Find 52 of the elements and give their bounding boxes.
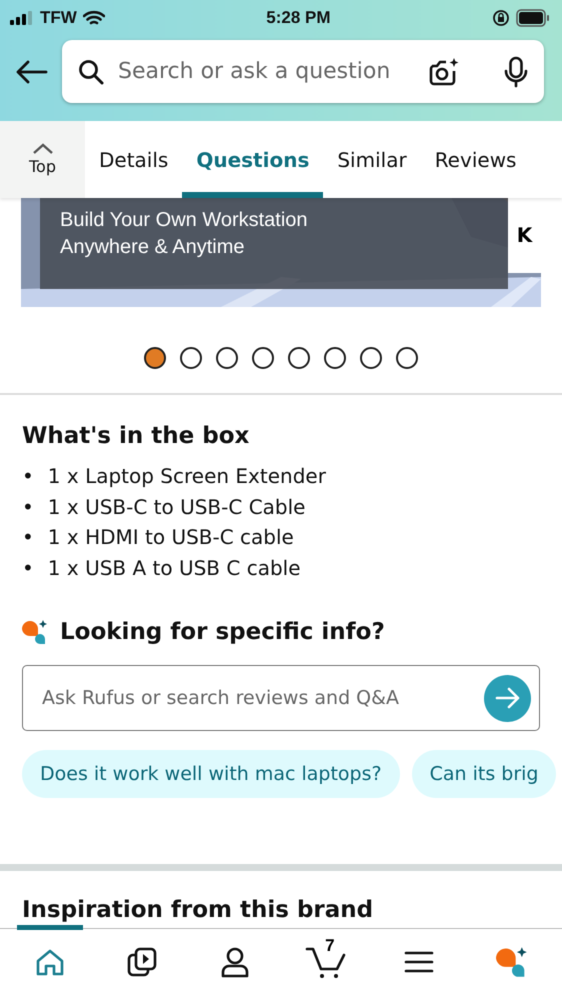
- suggestion-chip[interactable]: Does it work well with mac laptops?: [22, 750, 400, 798]
- section-title: What's in the box: [22, 423, 250, 449]
- tab[interactable]: Similar: [323, 121, 421, 198]
- cart-nav-button[interactable]: 7: [294, 924, 360, 996]
- carousel-dot[interactable]: [252, 347, 274, 369]
- camera-icon[interactable]: [428, 56, 460, 86]
- carrier-name: TFW: [40, 8, 77, 28]
- carousel-dot[interactable]: [144, 347, 166, 369]
- bullet: •: [22, 524, 34, 550]
- search-field[interactable]: Search or ask a question: [62, 40, 544, 103]
- submit-button[interactable]: [484, 674, 531, 722]
- section-title: Inspiration from this brand: [22, 897, 374, 923]
- search-input[interactable]: Search or ask a question: [116, 58, 416, 85]
- banner-caption: Anywhere & Anytime: [60, 236, 246, 259]
- bullet: •: [22, 463, 34, 490]
- menu-icon: [404, 950, 434, 974]
- back-arrow-icon[interactable]: [16, 60, 48, 84]
- ask-field[interactable]: Ask Rufus or search reviews and Q&A: [22, 665, 540, 731]
- box-item: 1 x HDMI to USB-C cable: [48, 524, 294, 550]
- home-icon: [35, 946, 66, 976]
- chevron-up-icon: [32, 143, 54, 155]
- rotation-lock-icon: [492, 9, 510, 27]
- tab[interactable]: Details: [85, 121, 182, 198]
- carousel-dot[interactable]: [396, 347, 418, 369]
- rufus-icon: [496, 946, 528, 978]
- box-item: 1 x USB A to USB C cable: [48, 554, 301, 581]
- clock-time: 5:28 PM: [266, 8, 331, 28]
- suggestion-chip[interactable]: Can its brig: [412, 750, 556, 798]
- section-title: Looking for specific info?: [60, 619, 385, 645]
- battery-icon: [516, 9, 550, 27]
- side-text: K: [516, 223, 532, 247]
- carousel-dot[interactable]: [288, 347, 310, 369]
- cart-count: 7: [325, 936, 335, 956]
- carousel-dot[interactable]: [216, 347, 238, 369]
- carousel-dot[interactable]: [180, 347, 202, 369]
- rufus-icon: [22, 619, 48, 645]
- box-item: 1 x USB-C to USB-C Cable: [48, 494, 306, 520]
- signal-icon: [10, 11, 34, 25]
- search-icon: [78, 58, 104, 84]
- wifi-icon: [82, 10, 105, 26]
- bullet: •: [22, 494, 34, 520]
- arrow-right-icon: [494, 687, 520, 709]
- account-icon: [220, 946, 250, 978]
- box-item: 1 x Laptop Screen Extender: [48, 463, 326, 490]
- bullet: •: [22, 554, 34, 581]
- tab[interactable]: Reviews: [420, 121, 530, 198]
- carousel-dot[interactable]: [324, 347, 346, 369]
- banner-caption: Build Your Own Workstation: [60, 209, 309, 232]
- microphone-icon[interactable]: [504, 56, 528, 88]
- top-button[interactable]: Top: [0, 121, 85, 198]
- carousel-dot[interactable]: [360, 347, 382, 369]
- video-icon: [126, 946, 158, 978]
